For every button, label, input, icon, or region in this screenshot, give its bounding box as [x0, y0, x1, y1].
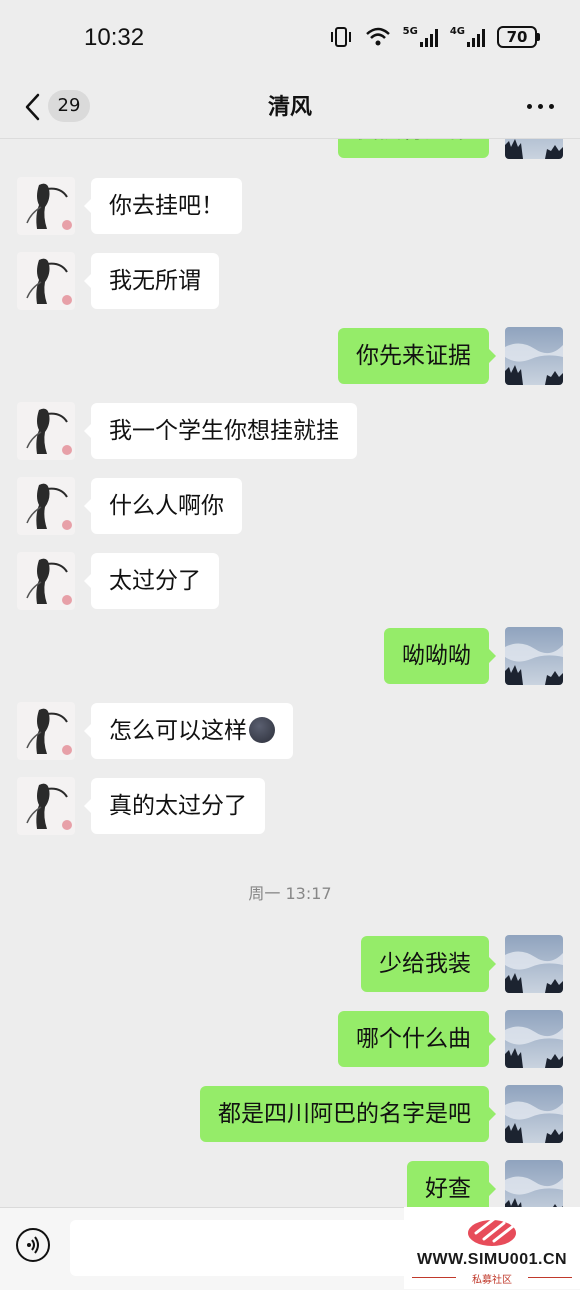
message-row: 哪个什么曲: [0, 1010, 580, 1070]
message-row: 太过分了: [0, 552, 580, 612]
contact-avatar[interactable]: [17, 477, 75, 535]
message-row: 好查: [0, 1160, 580, 1207]
message-bubble[interactable]: 我无所谓: [84, 253, 219, 309]
signal-5g-icon: 5G: [403, 27, 438, 47]
battery-icon: 70: [497, 26, 540, 48]
message-row: 真的太过分了: [0, 777, 580, 837]
battery-level: 70: [497, 26, 537, 48]
my-avatar[interactable]: [505, 935, 563, 993]
message-row: 我无所谓: [0, 252, 580, 312]
my-avatar[interactable]: [505, 1010, 563, 1068]
message-bubble[interactable]: 呦呦呦: [384, 628, 496, 684]
chat-header: 29 清风: [0, 78, 580, 139]
contact-avatar[interactable]: [17, 177, 75, 235]
message-row: 什么人啊你: [0, 477, 580, 537]
watermark-subtitle: 私募社区: [472, 1275, 512, 1286]
contact-avatar[interactable]: [17, 552, 75, 610]
my-avatar[interactable]: [505, 1160, 563, 1207]
message-row: 都是四川阿巴的名字是吧: [0, 1085, 580, 1145]
message-bubble[interactable]: 你先来证据: [338, 328, 496, 384]
status-icons: 5G 4G 70: [329, 26, 540, 48]
message-bubble[interactable]: 真的太过分了: [84, 778, 265, 834]
my-avatar[interactable]: [505, 139, 563, 159]
message-bubble[interactable]: 我执行挂你: [338, 139, 489, 158]
contact-avatar[interactable]: [17, 702, 75, 760]
message-bubble[interactable]: 好查: [407, 1161, 496, 1207]
message-row: 呦呦呦: [0, 627, 580, 687]
message-bubble[interactable]: 太过分了: [84, 553, 219, 609]
moon-face-emoji-icon: [249, 716, 275, 743]
voice-input-button[interactable]: [16, 1228, 50, 1262]
message-timestamp: 周一 13:17: [248, 884, 332, 903]
message-row: 我一个学生你想挂就挂: [0, 402, 580, 462]
message-list[interactable]: 我执行挂你 你去挂吧！ 我无所谓 你先来证据 我一个学生你想挂就挂 什么人啊你 …: [0, 139, 580, 1207]
vibrate-icon: [330, 27, 351, 47]
message-row: 你去挂吧！: [0, 177, 580, 237]
my-avatar[interactable]: [505, 1085, 563, 1143]
message-row: 你先来证据: [0, 327, 580, 387]
voice-icon: [27, 1236, 39, 1254]
simu-logo-icon: [468, 1217, 516, 1246]
message-input[interactable]: [70, 1220, 410, 1276]
message-row: 怎么可以这样: [0, 702, 580, 762]
message-bubble[interactable]: 少给我装: [361, 936, 496, 992]
more-options-icon[interactable]: [527, 104, 554, 109]
message-bubble[interactable]: 什么人啊你: [84, 478, 242, 534]
message-row: 我执行挂你: [0, 139, 580, 161]
message-bubble[interactable]: 都是四川阿巴的名字是吧: [200, 1086, 496, 1142]
my-avatar[interactable]: [505, 627, 563, 685]
watermark: WWW.SIMU001.CN 私募社区: [404, 1207, 580, 1289]
message-bubble[interactable]: 怎么可以这样: [84, 703, 293, 759]
contact-avatar[interactable]: [17, 402, 75, 460]
status-time: 10:32: [84, 24, 145, 51]
message-bubble[interactable]: 我一个学生你想挂就挂: [84, 403, 357, 459]
message-bubble[interactable]: 你去挂吧！: [84, 178, 242, 234]
contact-avatar[interactable]: [17, 252, 75, 310]
my-avatar[interactable]: [505, 327, 563, 385]
signal-4g-icon: 4G: [450, 27, 485, 47]
wifi-icon: [365, 27, 390, 46]
message-bubble[interactable]: 哪个什么曲: [338, 1011, 496, 1067]
watermark-site: WWW.SIMU001.CN: [416, 1251, 568, 1268]
chat-title: 清风: [267, 95, 312, 120]
contact-avatar[interactable]: [17, 777, 75, 835]
status-bar: 10:32 5G 4G 70: [0, 0, 580, 78]
message-text: 怎么可以这样: [109, 718, 247, 744]
message-row: 少给我装: [0, 935, 580, 995]
